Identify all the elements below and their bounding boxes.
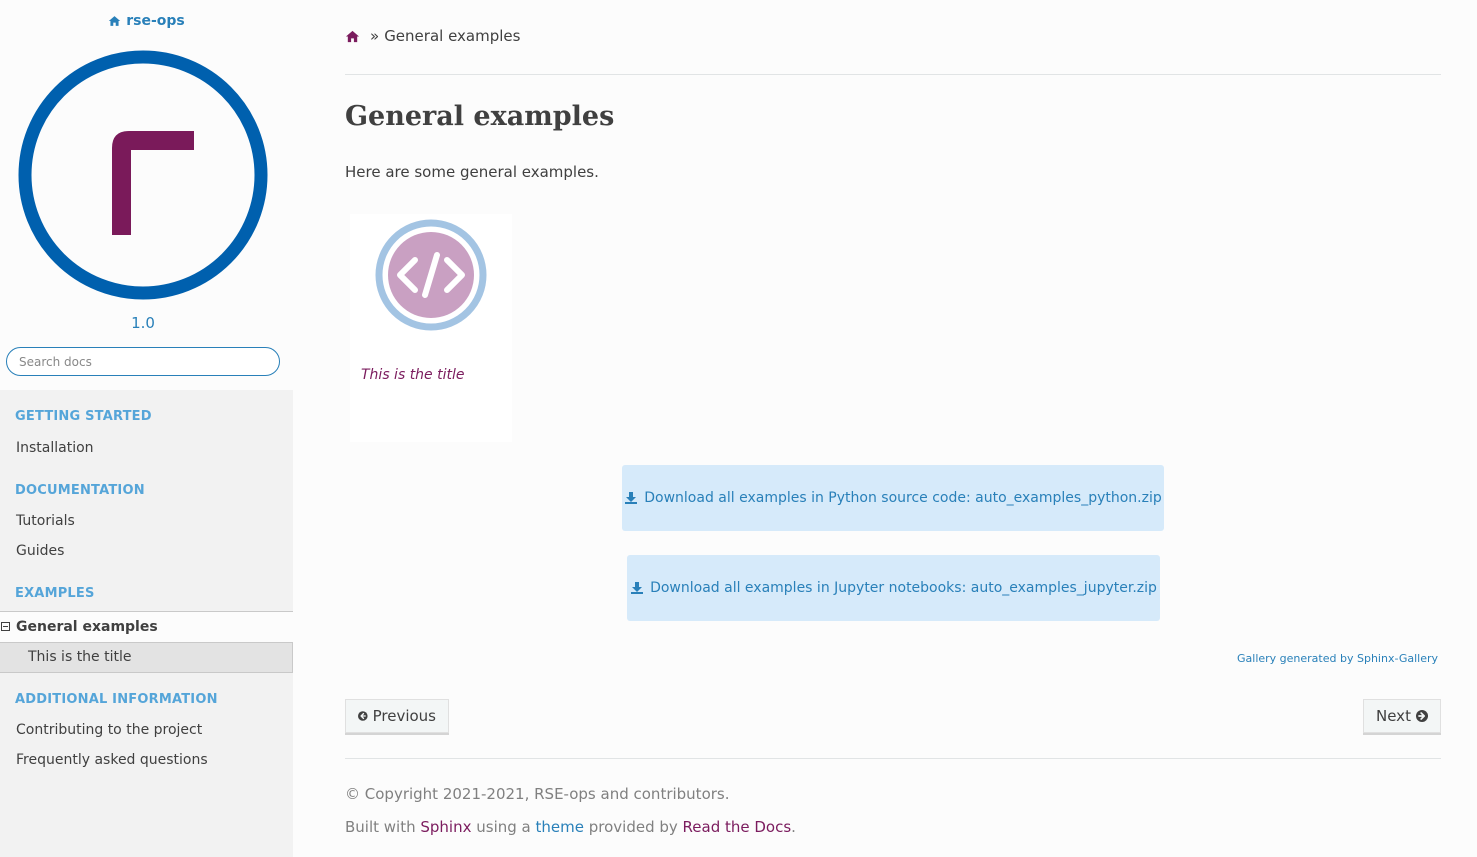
using-a-text: using a [471, 818, 536, 836]
copyright-text: © Copyright 2021-2021, RSE-ops and contr… [345, 785, 730, 803]
read-the-docs-link[interactable]: Read the Docs [683, 818, 792, 836]
nav-item-contributing[interactable]: Contributing to the project [16, 722, 202, 738]
period-text: . [791, 818, 796, 836]
search-input[interactable] [6, 347, 280, 376]
thumbnail-title-link[interactable]: This is the title [361, 367, 465, 383]
page-intro: Here are some general examples. [345, 163, 599, 181]
download-icon [625, 492, 638, 504]
download-jupyter-button[interactable]: Download all examples in Jupyter noteboo… [627, 555, 1160, 621]
built-with-prefix: Built with [345, 818, 421, 836]
theme-link[interactable]: theme [536, 818, 584, 836]
example-thumbnail-card[interactable]: This is the title [350, 214, 512, 442]
logo-image [18, 50, 268, 300]
home-icon[interactable] [345, 29, 360, 44]
nav-item-faq[interactable]: Frequently asked questions [16, 752, 208, 768]
project-home-link[interactable]: rse-ops [108, 13, 185, 29]
download-icon [631, 582, 644, 594]
nav-item-label: General examples [16, 619, 158, 635]
nav-item-installation[interactable]: Installation [16, 440, 94, 456]
divider [345, 74, 1441, 75]
built-with-text: Built with Sphinx using a theme provided… [345, 818, 796, 836]
provided-by-text: provided by [583, 818, 683, 836]
nav-subitem-label: This is the title [28, 649, 132, 665]
next-button[interactable]: Next [1363, 699, 1441, 733]
caption-additional-information: ADDITIONAL INFORMATION [15, 692, 218, 707]
caption-getting-started: GETTING STARTED [15, 409, 152, 424]
previous-label: Previous [372, 707, 436, 725]
collapse-toggle-icon[interactable] [1, 622, 10, 631]
nav-subitem-this-is-the-title[interactable]: This is the title [0, 642, 293, 673]
download-python-label: Download all examples in Python source c… [644, 490, 1162, 506]
main-content: » General examples General examples Here… [345, 0, 1441, 857]
breadcrumb-current: General examples [384, 27, 521, 45]
code-icon [375, 219, 487, 331]
breadcrumb-separator: » [370, 27, 380, 45]
next-label: Next [1376, 707, 1411, 725]
arrow-circle-right-icon [1415, 709, 1428, 723]
project-version: 1.0 [131, 314, 155, 332]
nav-item-guides[interactable]: Guides [16, 543, 64, 559]
sphinx-link[interactable]: Sphinx [420, 818, 471, 836]
project-name: rse-ops [126, 13, 185, 29]
footer-divider [345, 758, 1441, 759]
sphinx-gallery-link[interactable]: Gallery generated by Sphinx-Gallery [1237, 652, 1438, 665]
previous-button[interactable]: Previous [345, 699, 449, 733]
nav-item-tutorials[interactable]: Tutorials [16, 513, 75, 529]
project-logo[interactable] [18, 50, 268, 300]
arrow-circle-left-icon [358, 711, 368, 721]
download-jupyter-label: Download all examples in Jupyter noteboo… [650, 580, 1157, 596]
home-icon [109, 16, 121, 26]
sidebar: rse-ops 1.0 GETTING STARTED Installation… [0, 0, 293, 857]
page-title: General examples [345, 101, 615, 132]
download-python-button[interactable]: Download all examples in Python source c… [622, 465, 1164, 531]
breadcrumb: » General examples [345, 27, 520, 45]
caption-examples: EXAMPLES [15, 586, 95, 601]
caption-documentation: DOCUMENTATION [15, 483, 145, 498]
nav-item-general-examples[interactable]: General examples [0, 611, 293, 642]
